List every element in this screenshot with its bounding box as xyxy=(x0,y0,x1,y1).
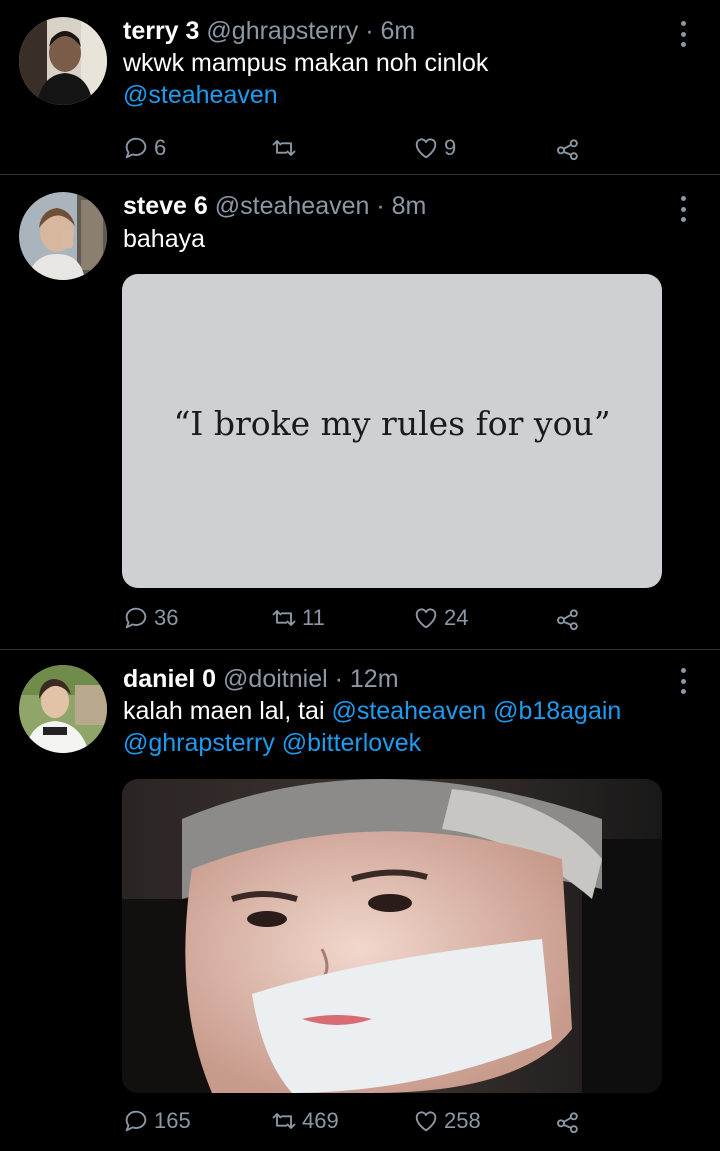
avatar[interactable] xyxy=(19,17,107,105)
share-button[interactable] xyxy=(554,133,582,163)
more-icon[interactable] xyxy=(676,668,690,694)
like-icon xyxy=(415,1111,437,1132)
tweet-1[interactable]: terry 3 @ghrapsterry · 6m wkwk mampus ma… xyxy=(0,0,720,175)
retweet-icon xyxy=(272,1113,296,1129)
display-name[interactable]: daniel 0 xyxy=(123,665,216,693)
user-handle[interactable]: @doitniel xyxy=(223,665,328,693)
mention-link[interactable]: @bitterlovek xyxy=(282,729,421,757)
like-button[interactable]: 258 xyxy=(412,1106,481,1136)
tweet-text: bahaya xyxy=(123,223,205,255)
avatar[interactable] xyxy=(19,192,107,280)
tweet-2[interactable]: steve 6 @steaheaven · 8m bahaya “I broke… xyxy=(0,175,720,650)
tweet-text: wkwk mampus makan noh cinlok @steaheaven xyxy=(123,47,488,111)
tweet-image[interactable] xyxy=(122,779,662,1093)
user-handle[interactable]: @steaheaven xyxy=(215,192,370,220)
share-icon xyxy=(557,609,578,631)
mention-link[interactable]: @ghrapsterry xyxy=(123,729,275,757)
tweet-image[interactable]: “I broke my rules for you” xyxy=(122,274,662,588)
tweet-3[interactable]: daniel 0 @doitniel · 12m kalah maen lal,… xyxy=(0,650,720,1151)
tweet-header: terry 3 @ghrapsterry · 6m xyxy=(123,17,415,46)
retweet-button[interactable]: 469 xyxy=(270,1106,339,1136)
retweet-icon xyxy=(272,610,296,626)
more-icon[interactable] xyxy=(676,196,690,222)
timestamp[interactable]: · 6m xyxy=(365,17,415,45)
like-icon xyxy=(415,138,437,159)
reply-count: 36 xyxy=(154,605,179,630)
reply-icon xyxy=(125,1110,147,1132)
mention-link[interactable]: @b18again xyxy=(493,697,621,725)
like-icon xyxy=(415,608,437,629)
timestamp[interactable]: · 8m xyxy=(376,192,426,220)
more-icon[interactable] xyxy=(676,21,690,47)
like-count: 24 xyxy=(444,605,469,630)
share-icon xyxy=(557,139,578,161)
tweet-actions: 36 11 24 xyxy=(122,603,602,633)
tweet-text-line: bahaya xyxy=(123,225,206,253)
like-button[interactable]: 24 xyxy=(412,603,468,633)
tweet-text: kalah maen lal, tai @steaheaven @b18agai… xyxy=(123,695,621,759)
reply-icon xyxy=(125,607,147,629)
tweet-text-line: @ghrapsterry @bitterlovek xyxy=(123,727,621,759)
reply-button[interactable]: 36 xyxy=(122,603,178,633)
display-name[interactable]: steve 6 xyxy=(123,192,208,220)
retweet-icon xyxy=(272,140,296,156)
like-button[interactable]: 9 xyxy=(412,133,456,163)
reply-button[interactable]: 165 xyxy=(122,1106,191,1136)
tweet-actions: 6 9 xyxy=(122,133,602,163)
retweet-button[interactable]: 11 xyxy=(270,603,325,633)
retweet-count: 469 xyxy=(302,1108,339,1133)
share-icon xyxy=(557,1112,578,1134)
reply-count: 165 xyxy=(154,1108,191,1133)
mention-link[interactable]: @steaheaven xyxy=(123,79,488,111)
reply-count: 6 xyxy=(154,135,167,160)
retweet-count: 11 xyxy=(302,605,325,630)
avatar[interactable] xyxy=(19,665,107,753)
mention-link[interactable]: @steaheaven xyxy=(331,697,486,725)
reply-icon xyxy=(125,137,147,159)
share-button[interactable] xyxy=(554,603,582,633)
tweet-text-line: kalah maen lal, tai @steaheaven @b18agai… xyxy=(123,695,621,727)
tweet-text-line: wkwk mampus makan noh cinlok xyxy=(123,49,489,77)
retweet-button[interactable] xyxy=(270,133,302,163)
timestamp[interactable]: · 12m xyxy=(335,665,399,693)
tweet-header: steve 6 @steaheaven · 8m xyxy=(123,192,426,221)
image-quote-text: “I broke my rules for you” xyxy=(173,403,611,443)
share-button[interactable] xyxy=(554,1106,582,1136)
like-count: 9 xyxy=(444,135,457,160)
tweet-header: daniel 0 @doitniel · 12m xyxy=(123,665,399,694)
tweet-actions: 165 469 258 xyxy=(122,1106,602,1136)
user-handle[interactable]: @ghrapsterry xyxy=(206,17,358,45)
like-count: 258 xyxy=(444,1108,481,1133)
reply-button[interactable]: 6 xyxy=(122,133,166,163)
display-name[interactable]: terry 3 xyxy=(123,17,199,45)
photo xyxy=(122,779,662,1093)
tweet-text-plain: kalah maen lal, tai xyxy=(123,697,332,725)
